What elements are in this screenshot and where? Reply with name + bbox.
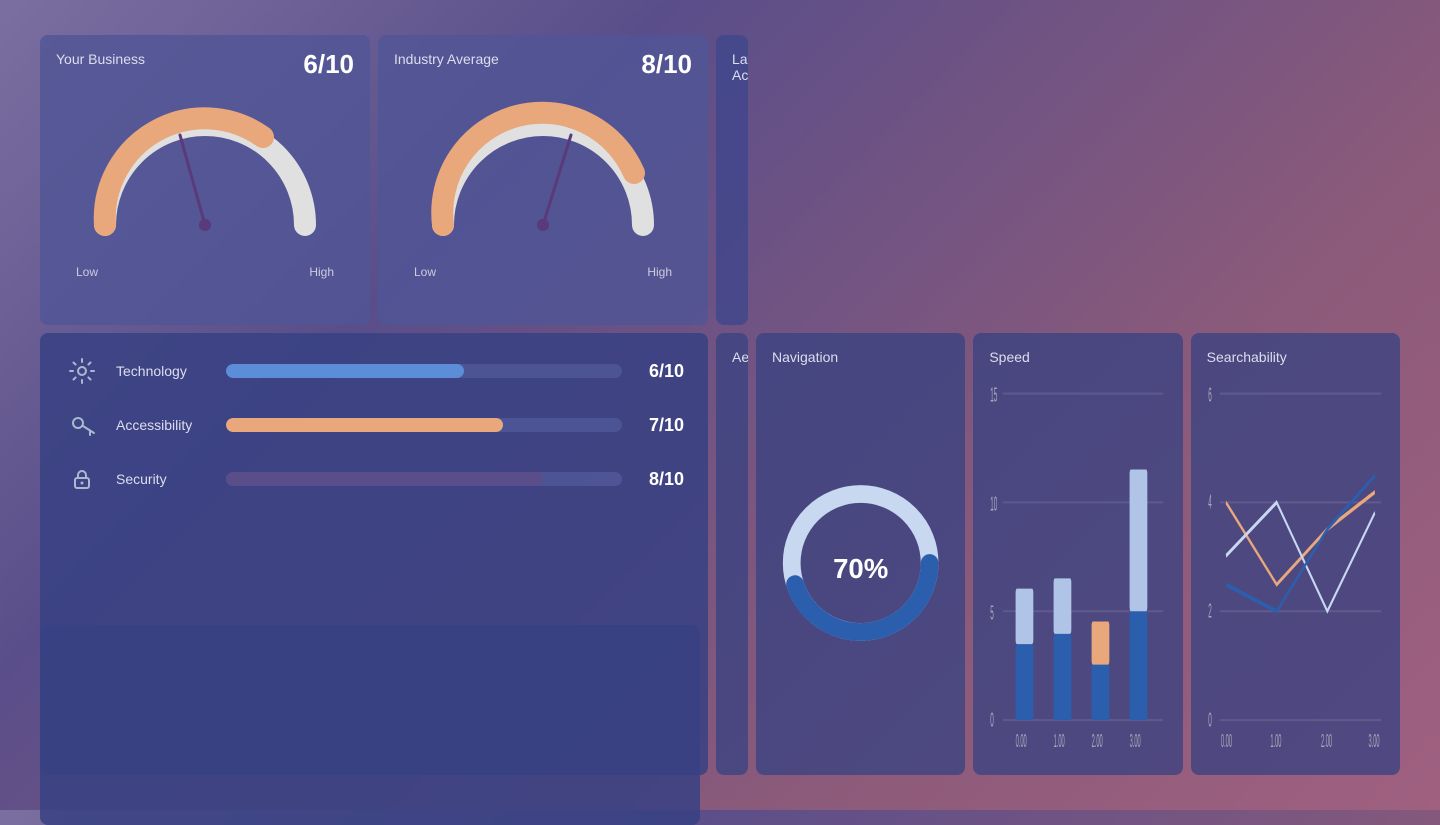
svg-text:0.00: 0.00 <box>1221 731 1232 751</box>
speed-title: Speed <box>989 349 1166 365</box>
accessibility-row: Accessibility 7/10 <box>64 407 684 443</box>
security-bar <box>226 472 543 486</box>
technology-bar-bg <box>226 364 622 378</box>
svg-text:2.00: 2.00 <box>1092 731 1103 751</box>
technology-row: Technology 6/10 <box>64 353 684 389</box>
business-gauge <box>56 75 354 275</box>
svg-text:0: 0 <box>991 709 995 732</box>
navigation-donut: 70% <box>772 373 949 753</box>
accessibility-bar-bg <box>226 418 622 432</box>
industry-gauge <box>394 75 692 275</box>
key-icon <box>64 407 100 443</box>
svg-text:15: 15 <box>991 384 998 407</box>
dashboard: Your Business 6/10 Low High Industry Ave… <box>40 35 1400 775</box>
svg-text:2.00: 2.00 <box>1321 731 1332 751</box>
technology-score: 6/10 <box>634 361 684 382</box>
svg-text:5: 5 <box>991 602 995 625</box>
speed-card: Speed 15 10 5 0 <box>973 333 1182 775</box>
security-bar-bg <box>226 472 622 486</box>
industry-gauge-card: Industry Average 8/10 Low High <box>378 35 708 325</box>
security-score: 8/10 <box>634 469 684 490</box>
svg-text:4: 4 <box>1208 491 1212 514</box>
svg-text:3.00: 3.00 <box>1368 731 1379 751</box>
gear-icon <box>64 353 100 389</box>
searchability-card: Searchability 6 4 2 0 <box>1191 333 1400 775</box>
svg-text:10: 10 <box>991 493 998 516</box>
svg-text:2: 2 <box>1208 600 1212 623</box>
navigation-title: Navigation <box>772 349 949 365</box>
speed-chart: 15 10 5 0 <box>989 373 1166 753</box>
aesthetics-card: Aesthetics 5 4 3 2 1 0 <box>716 333 748 775</box>
svg-text:0.00: 0.00 <box>1016 731 1027 751</box>
technology-label: Technology <box>116 363 226 379</box>
technology-bar <box>226 364 464 378</box>
accessibility-bar <box>226 418 503 432</box>
svg-text:1.00: 1.00 <box>1054 731 1065 751</box>
lock-icon <box>64 461 100 497</box>
business-gauge-card: Your Business 6/10 Low High <box>40 35 370 325</box>
accessibility-label: Accessibility <box>116 417 226 433</box>
navigation-card: Navigation 70% <box>756 333 965 775</box>
activities-card: Latest Activities 6 5 4 3 2 1 0 20 <box>716 35 748 325</box>
security-label: Security <box>116 471 226 487</box>
security-row: Security 8/10 <box>64 461 684 497</box>
svg-text:3.00: 3.00 <box>1130 731 1141 751</box>
searchability-title: Searchability <box>1207 349 1384 365</box>
svg-text:0: 0 <box>1208 709 1212 732</box>
metrics-section: Technology 6/10 Accessibility 7/10 <box>40 333 708 775</box>
svg-text:1.00: 1.00 <box>1270 731 1281 751</box>
svg-text:70%: 70% <box>833 553 888 584</box>
accessibility-score: 7/10 <box>634 415 684 436</box>
svg-text:6: 6 <box>1208 384 1212 407</box>
searchability-chart: 6 4 2 0 0.00 1.00 2.00 3.00 <box>1207 373 1384 753</box>
